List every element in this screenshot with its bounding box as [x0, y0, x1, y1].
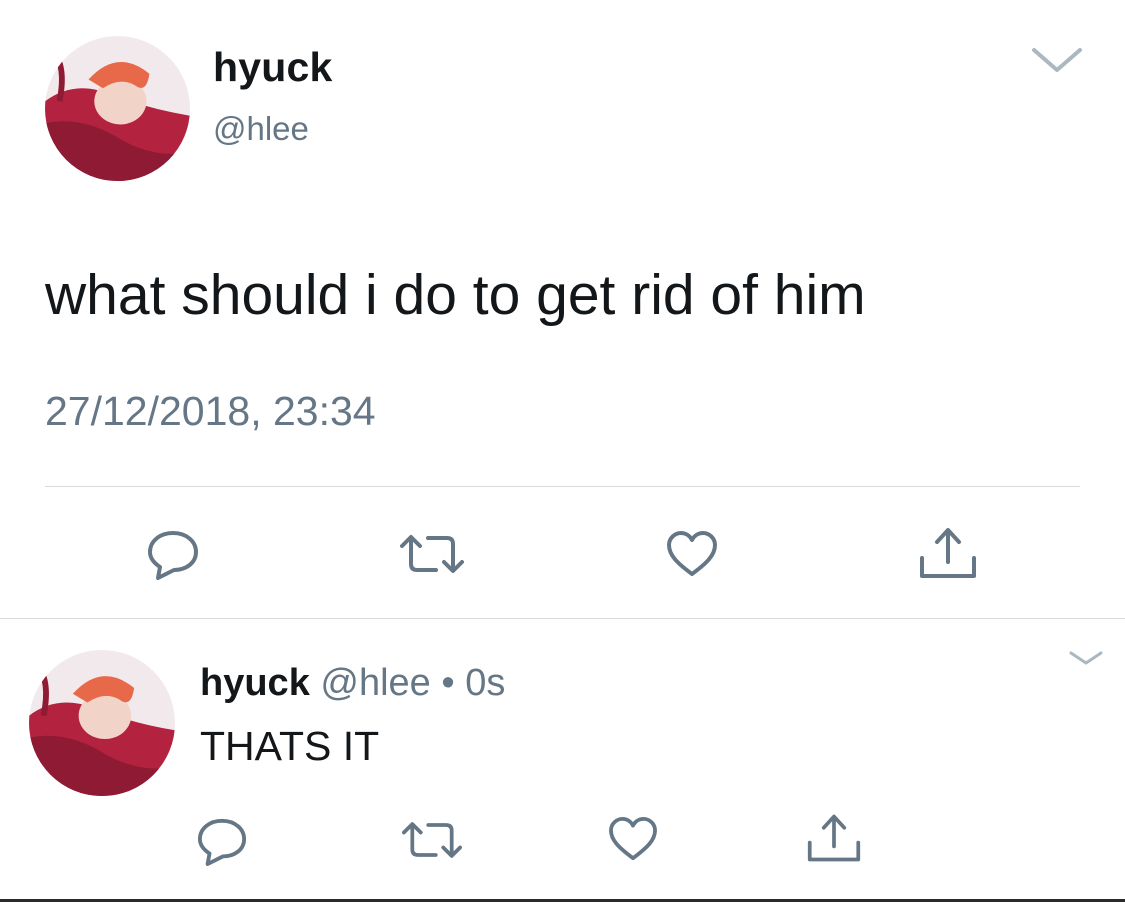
chevron-down-icon[interactable]: [1030, 42, 1084, 76]
heart-icon[interactable]: [606, 816, 660, 862]
avatar[interactable]: [29, 650, 175, 796]
divider: [0, 618, 1125, 619]
tweet-header: hyuck @hlee • 0s: [200, 662, 505, 705]
user-handle[interactable]: @hlee: [213, 110, 309, 148]
retweet-icon[interactable]: [400, 534, 464, 574]
share-icon[interactable]: [806, 812, 862, 864]
reply-icon[interactable]: [146, 528, 200, 580]
tweet-timestamp[interactable]: 27/12/2018, 23:34: [45, 388, 376, 435]
tweet-time[interactable]: 0s: [465, 662, 505, 704]
divider: [45, 486, 1080, 487]
chevron-down-icon[interactable]: [1068, 648, 1104, 668]
reply-icon[interactable]: [196, 816, 248, 866]
heart-icon[interactable]: [665, 530, 719, 578]
retweet-icon[interactable]: [402, 820, 462, 860]
display-name[interactable]: hyuck: [200, 662, 310, 704]
share-icon[interactable]: [918, 526, 978, 580]
avatar[interactable]: [45, 36, 190, 181]
tweet-text: what should i do to get rid of him: [45, 263, 866, 327]
display-name[interactable]: hyuck: [213, 44, 333, 91]
separator-dot: •: [441, 662, 455, 704]
tweet-text: THATS IT: [200, 723, 380, 769]
user-handle[interactable]: @hlee: [320, 662, 430, 704]
